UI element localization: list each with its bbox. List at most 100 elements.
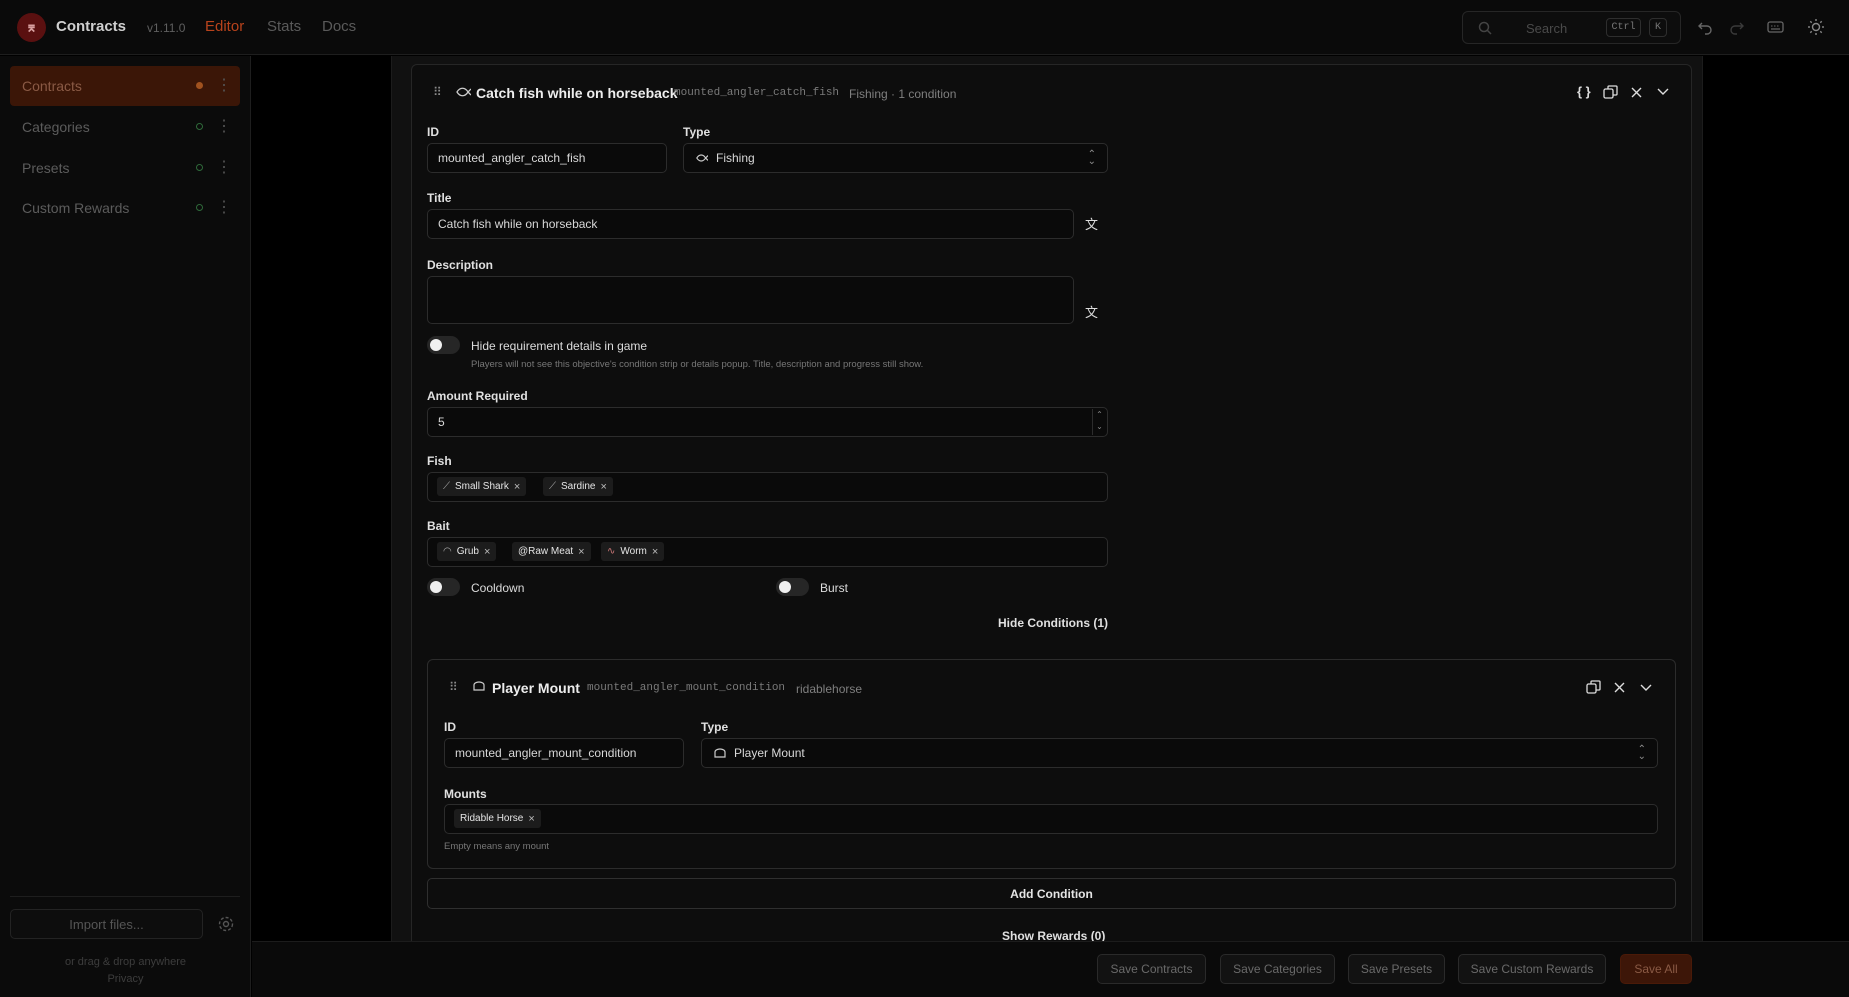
nav-docs[interactable]: Docs	[322, 18, 356, 35]
save-contracts-button[interactable]: Save Contracts	[1097, 954, 1206, 984]
grub-icon: ◠	[443, 546, 452, 557]
hide-details-label: Hide requirement details in game	[471, 339, 648, 353]
save-presets-button[interactable]: Save Presets	[1348, 954, 1445, 984]
burst-label: Burst	[820, 581, 849, 595]
add-condition-button[interactable]: Add Condition	[427, 878, 1676, 909]
remove-icon[interactable]: ×	[514, 481, 520, 493]
hide-details-help: Players will not see this objective's co…	[471, 359, 924, 370]
close-icon[interactable]	[1631, 87, 1642, 98]
search-box[interactable]: Search Ctrl K	[1462, 11, 1681, 44]
import-files-button[interactable]: Import files...	[10, 909, 203, 939]
translate-icon[interactable]: 文	[1085, 214, 1098, 233]
mount-chip[interactable]: Ridable Horse ×	[454, 809, 541, 828]
type-select[interactable]: Fishing ⌃ ⌄	[683, 143, 1108, 173]
saddle-icon	[473, 681, 485, 691]
privacy-link[interactable]: Privacy	[0, 973, 251, 985]
json-view-icon[interactable]: { }	[1577, 84, 1591, 99]
search-placeholder: Search	[1526, 21, 1568, 36]
chevron-down-icon[interactable]	[1657, 88, 1669, 96]
chevron-down-icon[interactable]	[1640, 684, 1652, 692]
redo-icon[interactable]	[1727, 17, 1747, 37]
sidebar-item-label: Presets	[22, 160, 70, 176]
app-title: Contracts	[56, 18, 127, 35]
sidebar-item-custom-rewards[interactable]: Custom Rewards ⋮	[10, 188, 240, 228]
status-dot	[196, 123, 203, 130]
top-bar: ⌆ Contracts v1.11.0 Editor Stats Docs Se…	[0, 0, 1849, 55]
condition-type-value: Player Mount	[734, 746, 805, 760]
kebab-menu-icon[interactable]: ⋮	[216, 157, 232, 177]
sidebar-item-presets[interactable]: Presets ⋮	[10, 148, 240, 188]
gear-icon[interactable]	[217, 915, 235, 933]
bait-chip[interactable]: ◠ Grub ×	[437, 542, 497, 561]
save-all-button[interactable]: Save All	[1620, 954, 1692, 984]
drag-handle-icon[interactable]: ⠿	[433, 85, 442, 99]
cooldown-toggle[interactable]	[427, 578, 460, 596]
condition-type-select[interactable]: Player Mount ⌃ ⌄	[701, 738, 1658, 768]
fishing-icon	[696, 154, 708, 162]
kebab-menu-icon[interactable]: ⋮	[216, 75, 232, 95]
burst-toggle[interactable]	[776, 578, 809, 596]
bait-chip[interactable]: ∿ Worm ×	[601, 542, 665, 561]
mounts-label: Mounts	[444, 787, 487, 801]
amount-value: 5	[438, 415, 445, 429]
app-version: v1.11.0	[147, 21, 186, 35]
fishing-icon	[456, 87, 471, 97]
chip-label: Grub	[456, 546, 479, 557]
hide-details-toggle[interactable]	[427, 336, 460, 354]
bottom-bar	[252, 941, 1849, 997]
drag-handle-icon[interactable]: ⠿	[449, 680, 458, 694]
nav-editor[interactable]: Editor	[205, 18, 244, 35]
fish-multiselect[interactable]	[427, 472, 1108, 502]
saddle-icon	[714, 748, 726, 758]
close-icon[interactable]	[1614, 682, 1625, 693]
remove-icon[interactable]: ×	[652, 546, 658, 558]
worm-icon: ∿	[607, 546, 616, 557]
shortcut-ctrl: Ctrl	[1606, 18, 1641, 37]
fish-chip[interactable]: ⟋ Small Shark ×	[437, 477, 527, 496]
remove-icon[interactable]: ×	[578, 546, 584, 558]
remove-icon[interactable]: ×	[484, 546, 490, 558]
condition-meta: ridablehorse	[796, 682, 863, 696]
sidebar-divider	[10, 896, 240, 897]
sidebar-item-categories[interactable]: Categories ⋮	[10, 107, 240, 147]
copy-icon[interactable]	[1586, 680, 1601, 695]
nav-stats[interactable]: Stats	[267, 18, 301, 35]
mounts-multiselect[interactable]	[444, 804, 1658, 834]
save-categories-button[interactable]: Save Categories	[1220, 954, 1335, 984]
condition-id-label: ID	[444, 720, 456, 734]
status-dot	[196, 82, 203, 89]
fish-chip[interactable]: ⟋ Sardine ×	[543, 477, 613, 496]
theme-sun-icon[interactable]	[1806, 17, 1826, 37]
chip-label: @Raw Meat	[518, 546, 574, 557]
chip-label: Small Shark	[455, 481, 509, 492]
type-select-value: Fishing	[716, 151, 755, 165]
bait-chip[interactable]: @Raw Meat ×	[512, 542, 591, 561]
save-custom-rewards-button[interactable]: Save Custom Rewards	[1458, 954, 1606, 984]
sidebar-item-label: Contracts	[22, 78, 82, 94]
amount-input[interactable]: 5 ⌃ ⌄	[427, 407, 1108, 437]
translate-icon[interactable]: 文	[1085, 302, 1098, 321]
condition-id-input[interactable]: mounted_angler_mount_condition	[444, 738, 684, 768]
undo-icon[interactable]	[1695, 17, 1715, 37]
sidebar-item-contracts[interactable]: Contracts ⋮	[10, 66, 240, 106]
kebab-menu-icon[interactable]: ⋮	[216, 197, 232, 217]
description-label: Description	[427, 258, 494, 272]
id-input[interactable]: mounted_angler_catch_fish	[427, 143, 667, 173]
condition-type-label: Type	[701, 720, 729, 734]
fish-icon: ⟋	[443, 481, 450, 492]
chip-label: Sardine	[561, 481, 596, 492]
remove-icon[interactable]: ×	[528, 813, 534, 825]
remove-icon[interactable]: ×	[600, 481, 606, 493]
description-input[interactable]	[427, 276, 1074, 324]
title-input[interactable]: Catch fish while on horseback	[427, 209, 1074, 239]
keyboard-icon[interactable]	[1765, 17, 1785, 37]
objective-id: mounted_angler_catch_fish	[674, 87, 840, 99]
hide-conditions-button[interactable]: Hide Conditions (1)	[998, 616, 1108, 630]
sidebar: Contracts ⋮ Categories ⋮ Presets ⋮ Custo…	[0, 56, 251, 997]
shortcut-k: K	[1649, 18, 1667, 37]
number-stepper[interactable]: ⌃ ⌄	[1092, 409, 1106, 435]
select-updown-icon: ⌃ ⌄	[1087, 149, 1096, 167]
copy-icon[interactable]	[1603, 85, 1618, 100]
kebab-menu-icon[interactable]: ⋮	[216, 116, 232, 136]
fish-label: Fish	[427, 454, 452, 468]
